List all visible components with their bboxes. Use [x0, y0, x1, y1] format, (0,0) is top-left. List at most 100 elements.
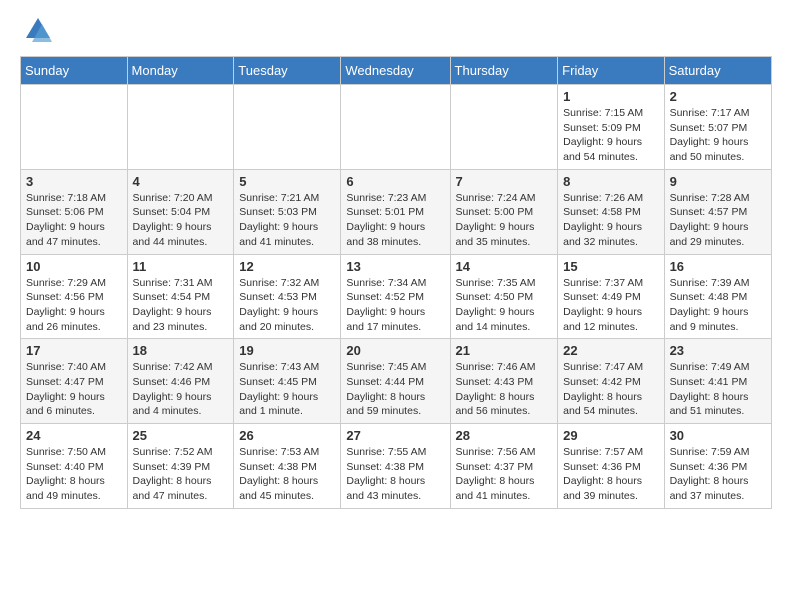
- day-number: 26: [239, 428, 335, 443]
- day-number: 24: [26, 428, 122, 443]
- day-number: 1: [563, 89, 658, 104]
- calendar-cell: 27 Sunrise: 7:55 AM Sunset: 4:38 PM Dayli…: [341, 424, 450, 509]
- day-info: Sunrise: 7:39 AM Sunset: 4:48 PM Dayligh…: [670, 276, 766, 335]
- calendar-cell: 18Sunrise: 7:42 AM Sunset: 4:46 PM Dayli…: [127, 339, 234, 424]
- day-info: Sunrise: 7:56 AM Sunset: 4:37 PM Dayligh…: [456, 445, 553, 504]
- week-row-1: 3Sunrise: 7:18 AM Sunset: 5:06 PM Daylig…: [21, 169, 772, 254]
- day-number: 14: [456, 259, 553, 274]
- calendar-cell: 29Sunrise: 7:57 AM Sunset: 4:36 PM Dayli…: [558, 424, 664, 509]
- day-info: Sunrise: 7:18 AM Sunset: 5:06 PM Dayligh…: [26, 191, 122, 250]
- calendar-header-row: SundayMondayTuesdayWednesdayThursdayFrid…: [21, 57, 772, 85]
- calendar-cell: 2 Sunrise: 7:17 AM Sunset: 5:07 PM Daylig…: [664, 85, 771, 170]
- day-info: Sunrise: 7:50 AM Sunset: 4:40 PM Dayligh…: [26, 445, 122, 504]
- calendar-cell: 11 Sunrise: 7:31 AM Sunset: 4:54 PM Dayli…: [127, 254, 234, 339]
- day-info: Sunrise: 7:34 AM Sunset: 4:52 PM Dayligh…: [346, 276, 444, 335]
- day-info: Sunrise: 7:20 AM Sunset: 5:04 PM Dayligh…: [133, 191, 229, 250]
- day-info: Sunrise: 7:53 AM Sunset: 4:38 PM Dayligh…: [239, 445, 335, 504]
- calendar-table: SundayMondayTuesdayWednesdayThursdayFrid…: [20, 56, 772, 509]
- page-container: SundayMondayTuesdayWednesdayThursdayFrid…: [0, 0, 792, 525]
- day-info: Sunrise: 7:32 AM Sunset: 4:53 PM Dayligh…: [239, 276, 335, 335]
- day-info: Sunrise: 7:15 AM Sunset: 5:09 PM Dayligh…: [563, 106, 658, 165]
- day-info: Sunrise: 7:42 AM Sunset: 4:46 PM Dayligh…: [133, 360, 229, 419]
- day-number: 11: [133, 259, 229, 274]
- calendar-cell: 30 Sunrise: 7:59 AM Sunset: 4:36 PM Dayli…: [664, 424, 771, 509]
- day-info: Sunrise: 7:43 AM Sunset: 4:45 PM Dayligh…: [239, 360, 335, 419]
- day-number: 8: [563, 174, 658, 189]
- day-info: Sunrise: 7:26 AM Sunset: 4:58 PM Dayligh…: [563, 191, 658, 250]
- day-info: Sunrise: 7:31 AM Sunset: 4:54 PM Dayligh…: [133, 276, 229, 335]
- col-header-tuesday: Tuesday: [234, 57, 341, 85]
- day-number: 2: [670, 89, 766, 104]
- day-number: 27: [346, 428, 444, 443]
- calendar-cell: 12Sunrise: 7:32 AM Sunset: 4:53 PM Dayli…: [234, 254, 341, 339]
- day-number: 17: [26, 343, 122, 358]
- day-number: 5: [239, 174, 335, 189]
- day-number: 13: [346, 259, 444, 274]
- day-info: Sunrise: 7:28 AM Sunset: 4:57 PM Dayligh…: [670, 191, 766, 250]
- calendar-cell: 9 Sunrise: 7:28 AM Sunset: 4:57 PM Daylig…: [664, 169, 771, 254]
- col-header-wednesday: Wednesday: [341, 57, 450, 85]
- calendar-cell: 17 Sunrise: 7:40 AM Sunset: 4:47 PM Dayli…: [21, 339, 128, 424]
- calendar-cell: 14 Sunrise: 7:35 AM Sunset: 4:50 PM Dayli…: [450, 254, 558, 339]
- day-number: 4: [133, 174, 229, 189]
- day-info: Sunrise: 7:17 AM Sunset: 5:07 PM Dayligh…: [670, 106, 766, 165]
- calendar-cell: 28 Sunrise: 7:56 AM Sunset: 4:37 PM Dayli…: [450, 424, 558, 509]
- day-number: 16: [670, 259, 766, 274]
- calendar-cell: 20Sunrise: 7:45 AM Sunset: 4:44 PM Dayli…: [341, 339, 450, 424]
- day-info: Sunrise: 7:52 AM Sunset: 4:39 PM Dayligh…: [133, 445, 229, 504]
- calendar-cell: [234, 85, 341, 170]
- day-info: Sunrise: 7:37 AM Sunset: 4:49 PM Dayligh…: [563, 276, 658, 335]
- page-header: [20, 16, 772, 44]
- logo-icon: [24, 16, 52, 44]
- calendar-cell: 7Sunrise: 7:24 AM Sunset: 5:00 PM Daylig…: [450, 169, 558, 254]
- day-number: 9: [670, 174, 766, 189]
- day-info: Sunrise: 7:23 AM Sunset: 5:01 PM Dayligh…: [346, 191, 444, 250]
- day-info: Sunrise: 7:47 AM Sunset: 4:42 PM Dayligh…: [563, 360, 658, 419]
- day-info: Sunrise: 7:40 AM Sunset: 4:47 PM Dayligh…: [26, 360, 122, 419]
- day-number: 6: [346, 174, 444, 189]
- col-header-thursday: Thursday: [450, 57, 558, 85]
- day-number: 29: [563, 428, 658, 443]
- calendar-cell: [21, 85, 128, 170]
- calendar-cell: 19 Sunrise: 7:43 AM Sunset: 4:45 PM Dayli…: [234, 339, 341, 424]
- day-info: Sunrise: 7:49 AM Sunset: 4:41 PM Dayligh…: [670, 360, 766, 419]
- week-row-3: 17 Sunrise: 7:40 AM Sunset: 4:47 PM Dayli…: [21, 339, 772, 424]
- day-number: 30: [670, 428, 766, 443]
- col-header-monday: Monday: [127, 57, 234, 85]
- week-row-2: 10 Sunrise: 7:29 AM Sunset: 4:56 PM Dayli…: [21, 254, 772, 339]
- calendar-cell: 16 Sunrise: 7:39 AM Sunset: 4:48 PM Dayli…: [664, 254, 771, 339]
- calendar-cell: 23 Sunrise: 7:49 AM Sunset: 4:41 PM Dayli…: [664, 339, 771, 424]
- calendar-cell: [341, 85, 450, 170]
- day-number: 19: [239, 343, 335, 358]
- col-header-saturday: Saturday: [664, 57, 771, 85]
- calendar-cell: 13 Sunrise: 7:34 AM Sunset: 4:52 PM Dayli…: [341, 254, 450, 339]
- day-info: Sunrise: 7:46 AM Sunset: 4:43 PM Dayligh…: [456, 360, 553, 419]
- calendar-cell: 4 Sunrise: 7:20 AM Sunset: 5:04 PM Daylig…: [127, 169, 234, 254]
- day-info: Sunrise: 7:59 AM Sunset: 4:36 PM Dayligh…: [670, 445, 766, 504]
- calendar-cell: 5 Sunrise: 7:21 AM Sunset: 5:03 PM Daylig…: [234, 169, 341, 254]
- day-number: 21: [456, 343, 553, 358]
- day-number: 10: [26, 259, 122, 274]
- day-info: Sunrise: 7:45 AM Sunset: 4:44 PM Dayligh…: [346, 360, 444, 419]
- calendar-cell: [450, 85, 558, 170]
- col-header-friday: Friday: [558, 57, 664, 85]
- day-info: Sunrise: 7:21 AM Sunset: 5:03 PM Dayligh…: [239, 191, 335, 250]
- calendar-cell: 10 Sunrise: 7:29 AM Sunset: 4:56 PM Dayli…: [21, 254, 128, 339]
- day-info: Sunrise: 7:29 AM Sunset: 4:56 PM Dayligh…: [26, 276, 122, 335]
- calendar-cell: 6 Sunrise: 7:23 AM Sunset: 5:01 PM Daylig…: [341, 169, 450, 254]
- day-info: Sunrise: 7:35 AM Sunset: 4:50 PM Dayligh…: [456, 276, 553, 335]
- col-header-sunday: Sunday: [21, 57, 128, 85]
- day-number: 23: [670, 343, 766, 358]
- day-number: 28: [456, 428, 553, 443]
- day-number: 15: [563, 259, 658, 274]
- calendar-cell: [127, 85, 234, 170]
- calendar-cell: 26 Sunrise: 7:53 AM Sunset: 4:38 PM Dayli…: [234, 424, 341, 509]
- calendar-cell: 24 Sunrise: 7:50 AM Sunset: 4:40 PM Dayli…: [21, 424, 128, 509]
- calendar-cell: 3Sunrise: 7:18 AM Sunset: 5:06 PM Daylig…: [21, 169, 128, 254]
- calendar-cell: 25Sunrise: 7:52 AM Sunset: 4:39 PM Dayli…: [127, 424, 234, 509]
- day-number: 22: [563, 343, 658, 358]
- calendar-cell: 15 Sunrise: 7:37 AM Sunset: 4:49 PM Dayli…: [558, 254, 664, 339]
- calendar-cell: 8 Sunrise: 7:26 AM Sunset: 4:58 PM Daylig…: [558, 169, 664, 254]
- day-number: 7: [456, 174, 553, 189]
- day-info: Sunrise: 7:55 AM Sunset: 4:38 PM Dayligh…: [346, 445, 444, 504]
